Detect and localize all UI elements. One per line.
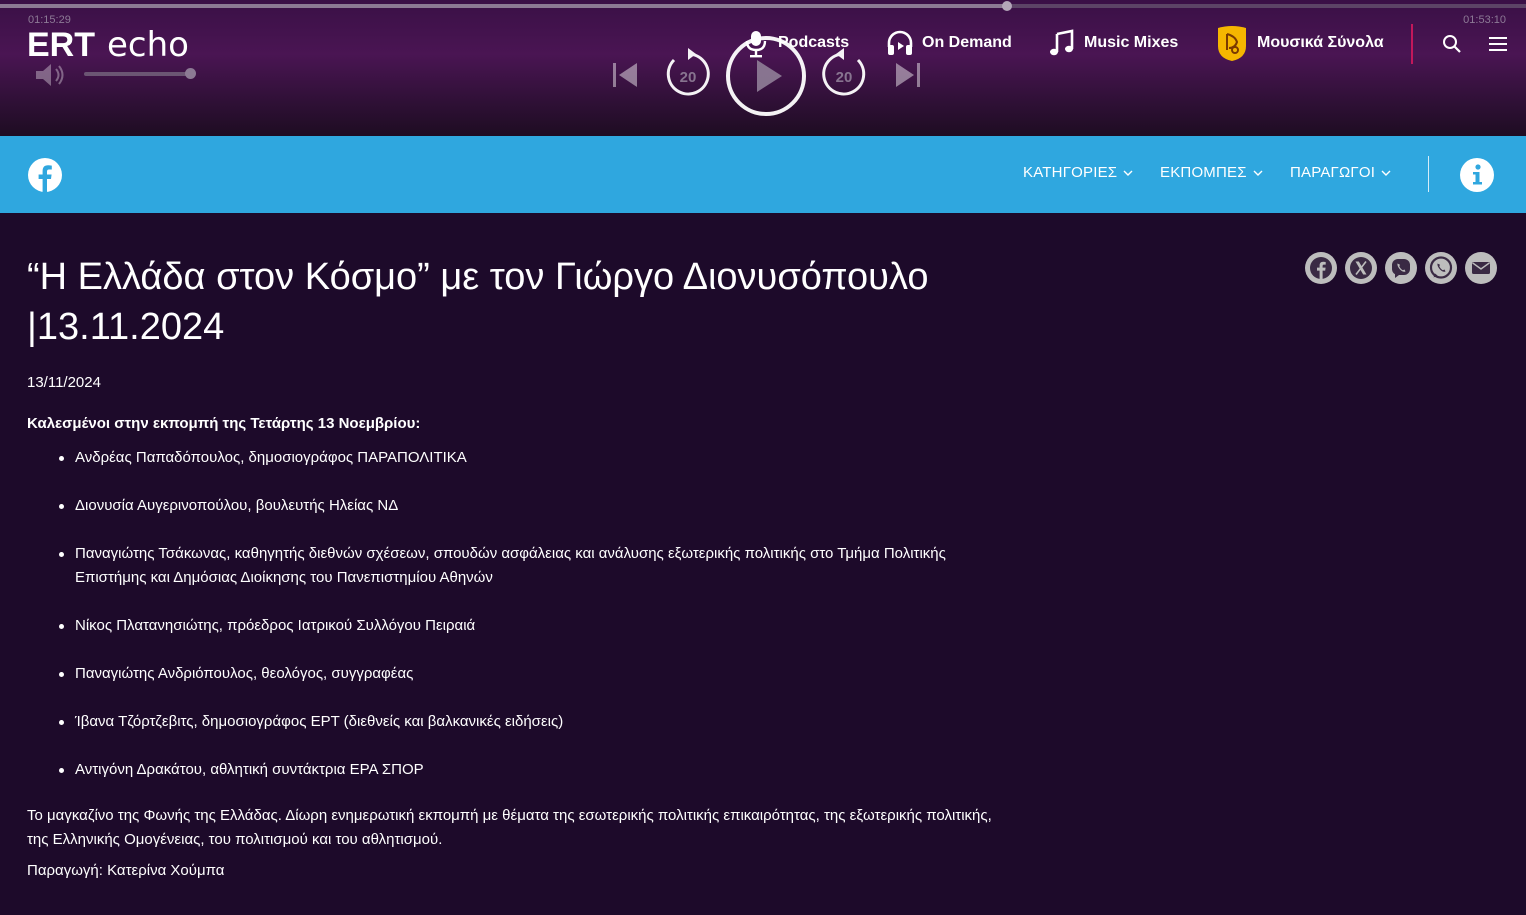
player-progress-fill xyxy=(0,4,1008,8)
list-item: Ίβανα Τζόρτζεβιτς, δημοσιογράφος ΕΡΤ (δι… xyxy=(59,710,1002,734)
logo-text-bold: ERT xyxy=(27,26,95,64)
list-item: Διονυσία Αυγερινοπούλου, βουλευτής Ηλεία… xyxy=(59,494,1002,518)
list-item: Παναγιώτης Ανδριόπουλος, θεολόγος, συγγρ… xyxy=(59,662,1002,686)
list-item: Παναγιώτης Τσάκωνας, καθηγητής διεθνών σ… xyxy=(59,542,1002,590)
total-duration: 01:53:10 xyxy=(1463,14,1506,26)
rewind-20-button[interactable]: 20 xyxy=(662,48,714,105)
guests-heading: Καλεσμένοι στην εκπομπή της Τετάρτης 13 … xyxy=(27,415,421,432)
facebook-icon[interactable] xyxy=(27,157,63,198)
shows-dropdown-label: ΕΚΠΟΜΠΕΣ xyxy=(1160,164,1247,181)
nav-podcasts[interactable]: Podcasts xyxy=(742,26,849,60)
logo-text-script: echo xyxy=(107,25,189,64)
nav-mousika-synola[interactable]: Μουσικά Σύνολα xyxy=(1215,26,1384,61)
article-title: “Η Ελλάδα στον Κόσμο” με τον Γιώργο Διον… xyxy=(27,256,929,348)
shows-dropdown[interactable]: ΕΚΠΟΜΠΕΣ xyxy=(1160,164,1263,181)
nav-on-demand-label: On Demand xyxy=(922,34,1012,51)
article: “Η Ελλάδα στον Κόσμο” με τον Γιώργο Διον… xyxy=(27,252,1002,879)
whatsapp-icon[interactable] xyxy=(1425,252,1457,284)
nav-podcasts-label: Podcasts xyxy=(778,34,850,51)
chevron-down-icon xyxy=(1123,170,1133,176)
email-icon[interactable] xyxy=(1465,252,1497,284)
categories-dropdown-label: ΚΑΤΗΓΟΡΙΕΣ xyxy=(1023,164,1118,181)
headphones-icon xyxy=(887,30,913,55)
rewind-seconds: 20 xyxy=(680,69,697,86)
article-producer: Παραγωγή: Κατερίνα Χούμπα xyxy=(27,862,225,879)
x-icon[interactable] xyxy=(1345,252,1377,284)
music-note-icon xyxy=(1050,29,1074,56)
forward-seconds: 20 xyxy=(836,69,853,86)
nav-on-demand[interactable]: On Demand xyxy=(886,26,1012,60)
chevron-down-icon xyxy=(1381,170,1391,176)
ertecho-logo-mark: ERT echo xyxy=(27,25,189,64)
article-date: 13/11/2024 xyxy=(27,374,101,391)
info-icon[interactable] xyxy=(1459,157,1495,198)
ertecho-logo[interactable]: ERT echo xyxy=(27,24,217,64)
player-header: 01:15:29 01:53:10 ERT echo 20 20 Podcast… xyxy=(0,0,1526,136)
category-bar: ΚΑΤΗΓΟΡΙΕΣ ΕΚΠΟΜΠΕΣ ΠΑΡΑΓΩΓΟΙ xyxy=(0,136,1526,213)
producers-dropdown[interactable]: ΠΑΡΑΓΩΓΟΙ xyxy=(1290,164,1391,181)
player-progress-bar[interactable] xyxy=(0,1,1526,11)
category-separator xyxy=(1428,156,1429,192)
volume-icon[interactable] xyxy=(34,62,68,93)
volume-handle[interactable] xyxy=(185,68,196,79)
share-bar xyxy=(1305,252,1497,284)
volume-slider[interactable] xyxy=(84,68,196,79)
categories-dropdown[interactable]: ΚΑΤΗΓΟΡΙΕΣ xyxy=(1023,164,1133,181)
player-progress-handle[interactable] xyxy=(1002,1,1013,11)
nav-music-mixes-label: Music Mixes xyxy=(1084,34,1179,51)
producers-dropdown-label: ΠΑΡΑΓΩΓΟΙ xyxy=(1290,164,1376,181)
chevron-down-icon xyxy=(1253,170,1263,176)
previous-track-icon[interactable] xyxy=(610,60,640,95)
microphone-icon xyxy=(745,31,767,58)
list-item: Αντιγόνη Δρακάτου, αθλητική συντάκτρια Ε… xyxy=(59,758,1002,782)
synola-badge-icon xyxy=(1218,26,1246,61)
viber-icon[interactable] xyxy=(1385,252,1417,284)
guest-list: Ανδρέας Παπαδόπουλος, δημοσιογράφος ΠΑΡΑ… xyxy=(27,446,1002,782)
facebook-icon[interactable] xyxy=(1305,252,1337,284)
list-item: Ανδρέας Παπαδόπουλος, δημοσιογράφος ΠΑΡΑ… xyxy=(59,446,1002,470)
next-track-icon[interactable] xyxy=(893,60,923,95)
nav-separator xyxy=(1411,24,1413,64)
search-icon[interactable] xyxy=(1442,34,1462,59)
article-description: Το μαγκαζίνο της Φωνής της Ελλάδας. Δίωρ… xyxy=(27,807,992,848)
nav-mousika-synola-label: Μουσικά Σύνολα xyxy=(1257,34,1384,51)
list-item: Νίκος Πλατανησιώτης, πρόεδρος Ιατρικού Σ… xyxy=(59,614,1002,638)
nav-music-mixes[interactable]: Music Mixes xyxy=(1048,26,1178,60)
hamburger-menu-icon[interactable] xyxy=(1489,36,1507,57)
